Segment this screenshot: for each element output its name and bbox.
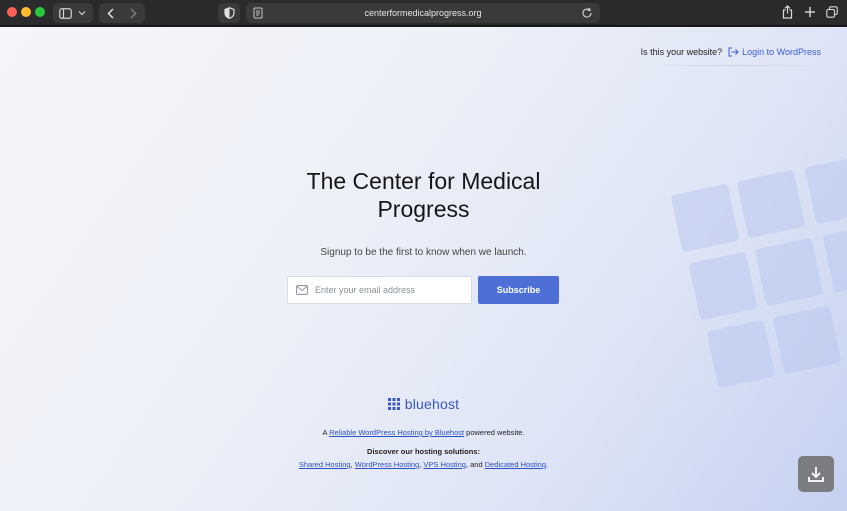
navigation-group — [99, 3, 145, 23]
decorative-tile — [706, 319, 776, 389]
separator: , and — [465, 460, 483, 469]
separator: , — [419, 460, 422, 469]
wordpress-hosting-link[interactable]: WordPress Hosting — [355, 460, 419, 469]
browser-toolbar: centerformedicalprogress.org — [0, 0, 847, 26]
chevron-down-icon — [78, 11, 86, 16]
powered-by-line: A Reliable WordPress Hosting by Bluehost… — [0, 428, 847, 437]
share-icon[interactable] — [782, 5, 793, 19]
shield-icon — [223, 7, 235, 19]
title-line-1: The Center for Medical — [306, 168, 541, 194]
header-divider — [640, 65, 825, 66]
forward-button[interactable] — [122, 3, 145, 23]
close-window-button[interactable] — [7, 7, 17, 17]
forward-icon — [130, 7, 137, 19]
minimize-window-button[interactable] — [21, 7, 31, 17]
back-icon — [107, 7, 114, 19]
separator: . — [546, 460, 549, 469]
zoom-window-button[interactable] — [35, 7, 45, 17]
signup-form: Subscribe — [287, 276, 559, 304]
url-text[interactable]: centerformedicalprogress.org — [246, 3, 600, 23]
login-to-wordpress-link[interactable]: Login to WordPress — [728, 47, 821, 57]
subscribe-button[interactable]: Subscribe — [478, 276, 559, 304]
sidebar-toggle-button[interactable] — [53, 3, 93, 23]
download-button[interactable] — [798, 456, 834, 492]
reliable-hosting-link[interactable]: Reliable WordPress Hosting by Bluehost — [329, 428, 464, 437]
new-tab-icon[interactable] — [804, 6, 816, 18]
powered-suffix: powered website. — [466, 428, 525, 437]
shared-hosting-link[interactable]: Shared Hosting — [299, 460, 351, 469]
reload-icon[interactable] — [581, 7, 593, 19]
decorative-tile — [772, 305, 842, 375]
login-question: Is this your website? — [640, 47, 723, 57]
mail-icon — [296, 285, 308, 295]
email-input[interactable] — [315, 277, 467, 303]
download-icon — [808, 467, 824, 482]
powered-prefix: A — [322, 428, 328, 437]
signup-subtitle: Signup to be the first to know when we l… — [320, 247, 527, 258]
discover-heading: Discover our hosting solutions: — [367, 447, 480, 456]
decorative-tile — [688, 251, 758, 321]
sidebar-icon — [59, 7, 72, 19]
bluehost-logo-icon — [387, 398, 400, 410]
login-icon — [728, 47, 739, 57]
bluehost-logo[interactable]: bluehost — [0, 396, 847, 412]
vps-hosting-link[interactable]: VPS Hosting — [423, 460, 466, 469]
tabs-overview-icon[interactable] — [826, 6, 838, 18]
page-title: The Center for Medical Progress — [0, 167, 847, 223]
separator: , — [350, 460, 353, 469]
page-content: Is this your website? Login to WordPress… — [0, 27, 847, 511]
hosting-links-line: Shared Hosting, WordPress Hosting, VPS H… — [0, 460, 847, 469]
privacy-report-button[interactable] — [218, 3, 240, 23]
back-button[interactable] — [99, 3, 122, 23]
title-line-2: Progress — [377, 196, 470, 222]
login-prompt: Is this your website? Login to WordPress — [641, 47, 821, 57]
dedicated-hosting-link[interactable]: Dedicated Hosting — [485, 460, 546, 469]
decorative-tile — [822, 223, 847, 293]
bluehost-wordmark: bluehost — [404, 396, 460, 412]
email-field-container — [287, 276, 472, 304]
address-bar[interactable]: centerformedicalprogress.org — [246, 3, 600, 23]
login-link-label: Login to WordPress — [742, 47, 821, 57]
